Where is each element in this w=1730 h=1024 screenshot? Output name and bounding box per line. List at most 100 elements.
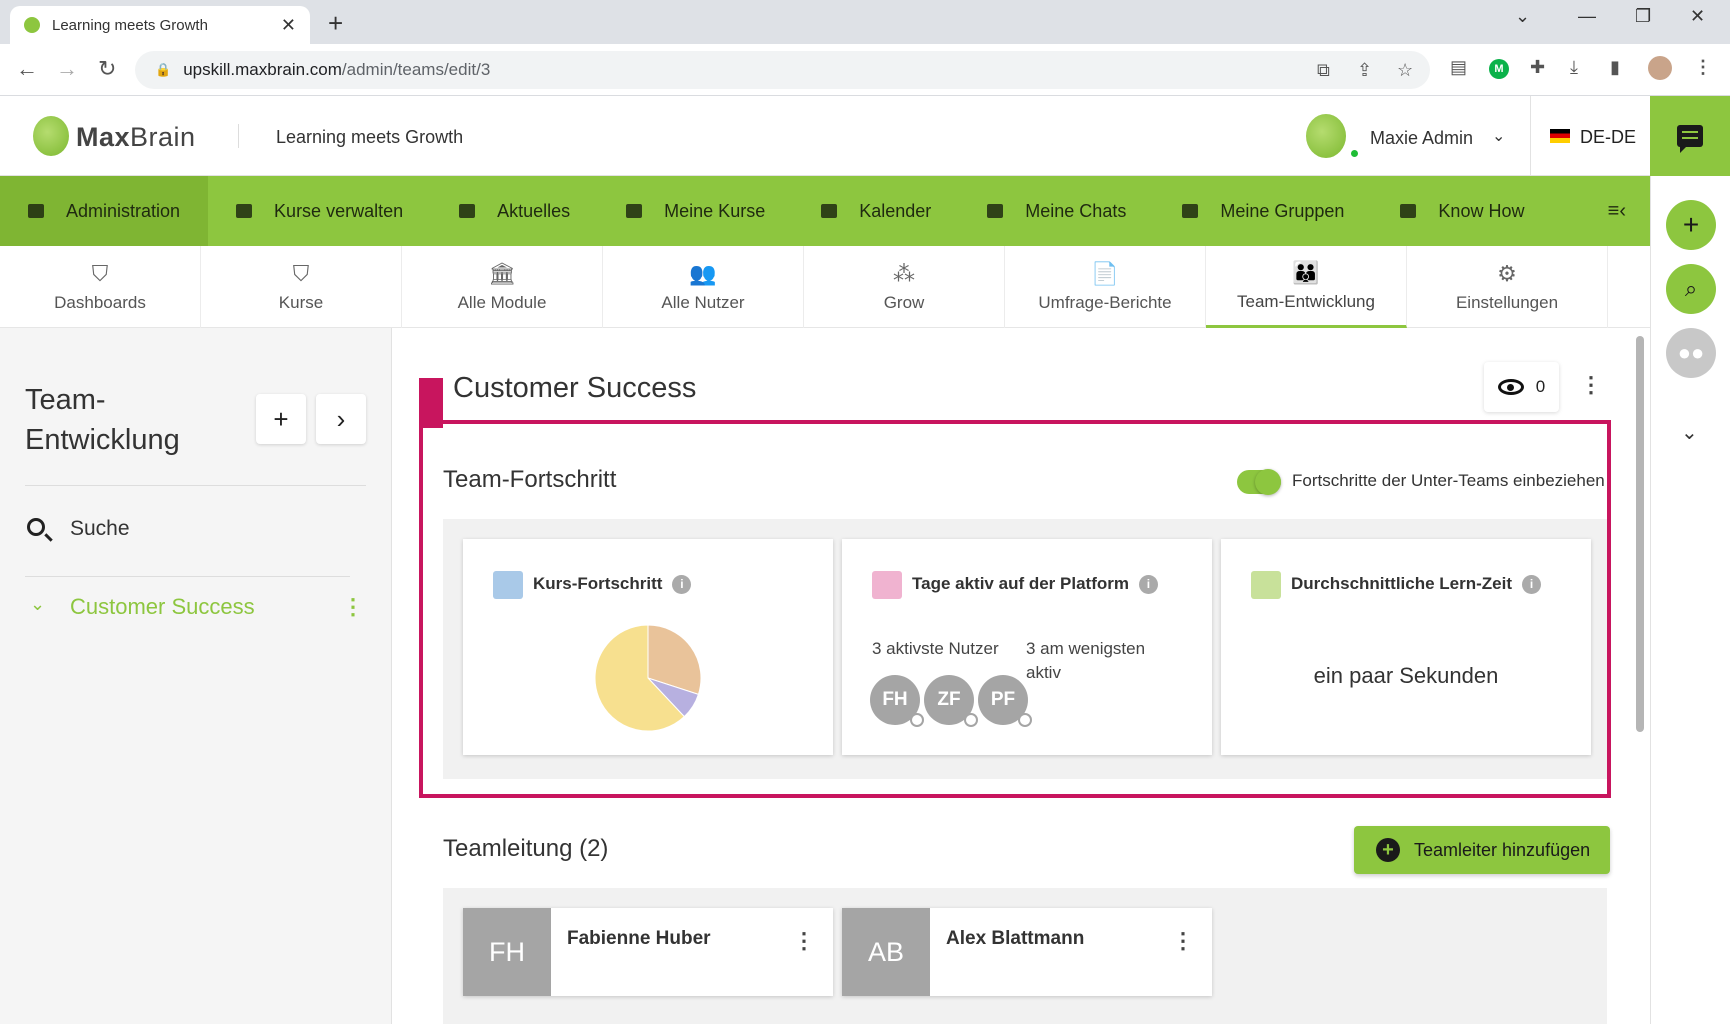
tab-label: Team-Entwicklung [1237, 291, 1375, 311]
main-nav-item-know-how[interactable]: Know How [1372, 176, 1552, 246]
browser-tab[interactable]: Learning meets Growth ✕ [10, 6, 310, 44]
brain-logo-icon [33, 116, 69, 156]
leader-menu-icon[interactable]: ⋮ [793, 928, 815, 954]
leader-menu-icon[interactable]: ⋮ [1172, 928, 1194, 954]
user-initials-avatar[interactable]: FH [870, 675, 924, 727]
main-nav-item-meine-gruppen[interactable]: Meine Gruppen [1154, 176, 1372, 246]
search-icon[interactable] [27, 518, 45, 536]
chevron-down-icon[interactable]: ⌄ [30, 594, 45, 615]
main-nav-item-kurse-verwalten[interactable]: Kurse verwalten [208, 176, 431, 246]
minimize-icon[interactable]: — [1578, 6, 1596, 27]
tab-search-chevron-icon[interactable]: ⌄ [1515, 6, 1530, 27]
extensions-puzzle-icon[interactable]: ✚ [1530, 57, 1545, 78]
team-leader-card[interactable]: FH Fabienne Huber ⋮ [463, 908, 833, 996]
grow-icon: ⁂ [893, 261, 915, 286]
user-avatar[interactable] [1306, 114, 1346, 158]
add-team-leader-button[interactable]: + Teamleiter hinzufügen [1354, 826, 1610, 874]
back-icon[interactable]: ← [16, 56, 38, 82]
side-panel-icon[interactable]: ▮ [1610, 57, 1620, 78]
tab-team-entwicklung[interactable]: 👪 Team-Entwicklung [1206, 246, 1407, 328]
news-icon [459, 204, 476, 218]
main-nav-label: Administration [66, 200, 181, 221]
logo[interactable]: MaxBrain [76, 122, 196, 153]
leader-name: Fabienne Huber [567, 928, 711, 949]
course-progress-card: Kurs-Fortschritt i [463, 539, 833, 755]
user-initials-avatar[interactable]: ZF [924, 675, 978, 727]
card-title: Durchschnittliche Lern-Zeit i [1291, 574, 1542, 595]
add-team-button[interactable]: + [256, 394, 306, 444]
tab-alle-module[interactable]: 🏛 Alle Module [402, 246, 603, 328]
least-active-label: 3 am wenigsten aktiv [1026, 639, 1146, 682]
tab-grow[interactable]: ⁂ Grow [804, 246, 1005, 328]
url-field[interactable]: 🔒 upskill.maxbrain.com/admin/teams/edit/… [135, 51, 1430, 89]
url-host: upskill.maxbrain.com [183, 60, 342, 79]
info-icon[interactable]: i [1522, 575, 1542, 595]
language-selector[interactable]: DE-DE [1580, 127, 1636, 148]
chevron-down-icon[interactable]: ⌄ [1681, 420, 1698, 445]
course-progress-pie-chart [594, 624, 702, 732]
add-action-button[interactable]: + [1666, 200, 1716, 250]
search-action-button[interactable]: ⌕ [1666, 264, 1716, 314]
leader-avatar: FH [463, 908, 551, 996]
book-icon [1400, 204, 1417, 218]
tab-kurse[interactable]: ⛉ Kurse [201, 246, 402, 328]
tab-umfrage-berichte[interactable]: 📄 Umfrage-Berichte [1005, 246, 1206, 328]
include-subteams-toggle[interactable] [1237, 469, 1281, 495]
extension-m-icon[interactable]: M [1489, 59, 1509, 79]
main-nav-label: Meine Gruppen [1220, 200, 1345, 221]
tab-label: Umfrage-Berichte [1038, 293, 1172, 312]
info-icon[interactable]: i [1138, 575, 1158, 595]
team-options-icon[interactable]: ⋮ [342, 594, 364, 620]
translate-icon[interactable]: ⧉ [1317, 60, 1330, 81]
sidebar-item-customer-success[interactable]: Customer Success [70, 594, 255, 620]
expand-sidebar-button[interactable]: › [316, 394, 366, 444]
forward-icon[interactable]: → [56, 56, 78, 82]
bookmark-star-icon[interactable]: ☆ [1397, 60, 1413, 81]
team-leader-card[interactable]: AB Alex Blattmann ⋮ [842, 908, 1212, 996]
users-action-button[interactable]: ●● [1666, 328, 1716, 378]
course-progress-icon [493, 571, 523, 599]
user-menu[interactable]: Maxie Admin [1370, 128, 1473, 149]
user-initials-avatar[interactable]: PF [978, 675, 1032, 727]
nav-more-icon[interactable]: ≡‹ [1584, 176, 1650, 246]
share-icon[interactable]: ⇪ [1357, 60, 1372, 81]
main-nav-label: Kalender [859, 200, 932, 221]
tab-dashboards[interactable]: ⛉ Dashboards [0, 246, 201, 328]
info-icon[interactable]: i [672, 575, 692, 595]
extension-notes-icon[interactable]: ▤ [1450, 57, 1467, 78]
tab-label: Grow [883, 293, 925, 312]
sidebar: Team-Entwicklung + › Suche ⌄ Customer Su… [0, 328, 392, 1024]
browser-menu-icon[interactable]: ⋮ [1694, 57, 1712, 78]
download-icon[interactable]: ⤓ [1570, 57, 1578, 78]
chat-bubble-icon [1677, 125, 1703, 153]
tab-einstellungen[interactable]: ⚙ Einstellungen [1407, 246, 1608, 328]
reload-icon[interactable]: ↻ [98, 56, 116, 82]
address-bar: ← → ↻ 🔒 upskill.maxbrain.com/admin/teams… [0, 44, 1730, 96]
sidebar-search[interactable]: Suche [70, 517, 130, 541]
most-active-label: 3 aktivste Nutzer [872, 639, 999, 658]
header-tagline: Learning meets Growth [276, 127, 464, 147]
views-counter-button[interactable]: 0 [1484, 362, 1559, 412]
window-close-icon[interactable]: ✕ [1690, 6, 1705, 27]
main-nav-item-administration[interactable]: Administration [0, 176, 209, 246]
status-dot-icon [964, 713, 978, 727]
main-nav-item-meine-kurse[interactable]: Meine Kurse [598, 176, 793, 246]
close-tab-icon[interactable]: ✕ [281, 15, 296, 36]
scrollbar[interactable] [1636, 336, 1644, 732]
header-divider [238, 124, 239, 148]
main-nav-item-meine-chats[interactable]: Meine Chats [959, 176, 1154, 246]
card-title-text: Durchschnittliche Lern-Zeit [1291, 574, 1513, 593]
tab-label: Alle Nutzer [661, 293, 745, 312]
chevron-down-icon[interactable]: ⌄ [1492, 126, 1505, 146]
main-nav-item-aktuelles[interactable]: Aktuelles [431, 176, 598, 246]
restore-icon[interactable]: ❐ [1635, 6, 1651, 27]
url-path: /admin/teams/edit/3 [341, 60, 491, 79]
tab-alle-nutzer[interactable]: 👥 Alle Nutzer [603, 246, 804, 328]
online-status-icon [1349, 148, 1360, 159]
chat-button[interactable] [1650, 96, 1730, 176]
profile-avatar[interactable] [1648, 56, 1672, 80]
main-nav-item-kalender[interactable]: Kalender [793, 176, 959, 246]
team-menu-icon[interactable]: ⋮ [1580, 372, 1602, 398]
card-title: Kurs-Fortschritt i [533, 574, 692, 595]
new-tab-icon[interactable]: + [328, 8, 343, 39]
